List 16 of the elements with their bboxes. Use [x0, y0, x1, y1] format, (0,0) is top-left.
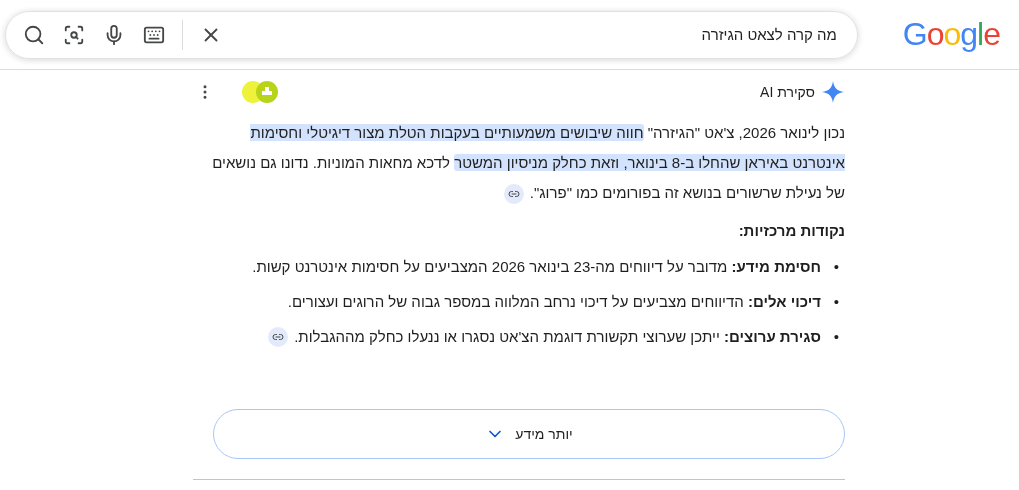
- google-logo[interactable]: Google: [902, 16, 1000, 53]
- bullet-text: דיכוי אלים: הדיווחים מצביעים על דיכוי נרחב המלווה במספר גבוה של הרוגים ועצורים.: [287, 292, 821, 312]
- bullet-text: סגירת ערוצים: ייתכן שערוצי תקשורת דוגמת הצ'אט נסגרו או ננעלו כחלק מההגבלות.: [294, 327, 821, 347]
- sparkle-icon: [821, 80, 845, 104]
- bullet-marker: •: [832, 327, 839, 347]
- bullet-marker: •: [832, 257, 839, 277]
- link-icon[interactable]: [503, 184, 524, 205]
- search-field[interactable]: מה קרה לצאט הגיזרה: [239, 25, 839, 44]
- ai-overview-title: סקירת AI: [760, 84, 815, 100]
- source-avatars-drawing: [241, 80, 279, 104]
- overview-paragraph: נכון לינואר 2026, צ'אט "הגיזרה" חווה שיבושים משמעותיים בעקבות הטלת מצור דיגיטלי וחסימות אינטרנט באיראן שהחלו ב-8 בינואר, וזאת כחלק מניסיון המשטר לדכא מחאות המוניות. נדונו גם נושאים של נעילת שרשורים בנושא זה בפורומים כמו "פרוג".: [193, 118, 845, 208]
- link-icon[interactable]: [268, 327, 289, 347]
- section-heading: נקודות מרכזיות:: [737, 222, 845, 239]
- bullet-marker: •: [832, 292, 839, 312]
- bullet-text: חסימת מידע: מדובר על דיווחים מה-23 בינואר 2026 המצביעים על חסימות אינטרנט קשות.: [252, 257, 821, 277]
- more-info-button[interactable]: יותר מידע: [213, 409, 845, 459]
